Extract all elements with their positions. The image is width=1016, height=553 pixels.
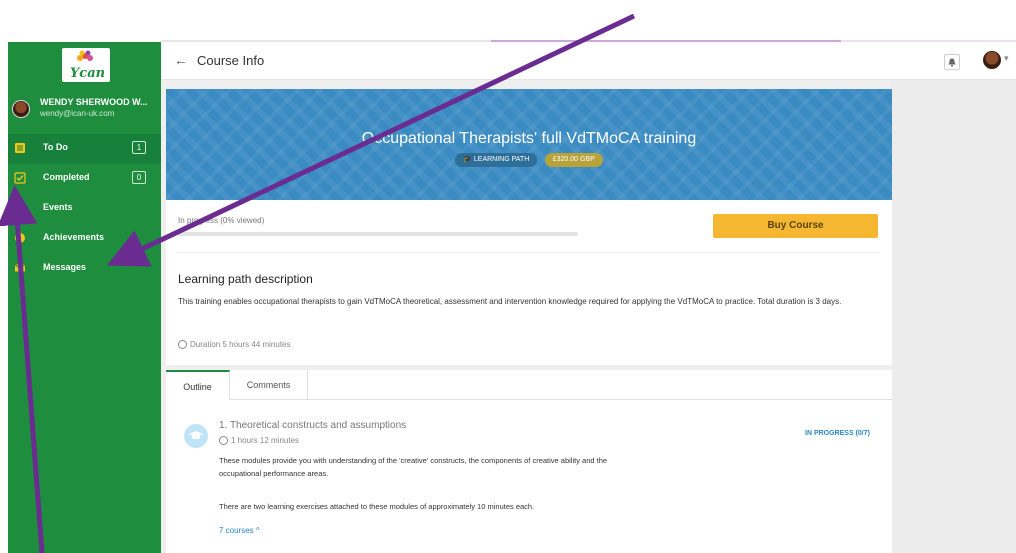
sidebar-item-completed[interactable]: Completed 0 (8, 164, 161, 194)
app-root: Ycan WENDY SHERWOOD W... wendy@ican-uk.c… (0, 0, 1016, 553)
progress-bar (178, 232, 578, 236)
module-time-text: 1 hours 12 minutes (231, 436, 300, 445)
sidebar-item-label: Completed (43, 172, 90, 182)
todo-count-badge: 1 (132, 141, 146, 154)
clock-icon (219, 436, 228, 445)
module-status: IN PROGRESS (0/7) (805, 430, 870, 437)
user-name: WENDY SHERWOOD W... (40, 97, 148, 107)
learning-path-badge: 🎓 LEARNING PATH (455, 153, 538, 167)
module-title[interactable]: 1. Theoretical constructs and assumption… (219, 420, 406, 431)
calendar-icon (14, 202, 26, 214)
user-profile[interactable]: WENDY SHERWOOD W... wendy@ican-uk.com (8, 94, 161, 124)
sidebar-nav: To Do 1 Completed 0 Events Achievements … (8, 134, 161, 284)
courses-toggle-link[interactable]: 7 courses ^ (219, 526, 260, 535)
buy-course-button[interactable]: Buy Course (713, 214, 878, 238)
description-body: This training enables occupational thera… (178, 297, 842, 306)
avatar (12, 100, 30, 118)
sidebar-item-messages[interactable]: Messages (8, 254, 161, 284)
logo[interactable]: Ycan (62, 48, 110, 82)
list-icon (14, 142, 26, 154)
tab-comments[interactable]: Comments (230, 370, 308, 400)
trophy-icon (14, 232, 26, 244)
sidebar-item-achievements[interactable]: Achievements (8, 224, 161, 254)
sidebar-item-label: Events (43, 202, 73, 212)
back-arrow-icon[interactable]: ← (174, 52, 188, 68)
completed-count-badge: 0 (132, 171, 146, 184)
graduation-cap-icon (184, 424, 208, 448)
course-title: Occupational Therapists' full VdTMoCA tr… (361, 130, 697, 147)
progress-label: In progress (0% viewed) (178, 216, 265, 225)
tab-outline[interactable]: Outline (166, 370, 230, 400)
duration-row: Duration 5 hours 44 minutes (178, 340, 291, 349)
sidebar-item-label: Messages (43, 262, 87, 272)
sidebar: Ycan WENDY SHERWOOD W... wendy@ican-uk.c… (8, 42, 161, 553)
description-title: Learning path description (178, 272, 313, 286)
module-description: These modules provide you with understan… (219, 456, 608, 478)
duration-text: Duration 5 hours 44 minutes (190, 340, 291, 349)
sidebar-item-label: Achievements (43, 232, 105, 242)
user-email: wendy@ican-uk.com (40, 109, 115, 118)
module-duration: 1 hours 12 minutes (219, 436, 299, 445)
right-gutter (891, 80, 1016, 553)
divider (178, 252, 880, 253)
banner-badges: 🎓 LEARNING PATH £320.00 GBP (166, 153, 892, 171)
clock-icon (178, 340, 187, 349)
browser-top-strip (0, 0, 1016, 42)
logo-text: Ycan (70, 66, 106, 81)
header-bar: ← Course Info ▾ (161, 42, 1016, 80)
envelope-icon (14, 262, 26, 274)
course-info-card: In progress (0% viewed) Buy Course Learn… (166, 200, 892, 365)
price-badge: £320.00 GBP (544, 153, 603, 167)
check-icon (14, 172, 26, 184)
bell-icon[interactable] (944, 54, 960, 70)
chevron-down-icon[interactable]: ▾ (1004, 53, 1009, 64)
module-description-exercises: There are two learning exercises attache… (219, 502, 535, 511)
header-avatar[interactable] (983, 51, 1001, 69)
sidebar-item-label: To Do (43, 142, 68, 152)
sidebar-item-events[interactable]: Events (8, 194, 161, 224)
outline-card: Outline Comments 1. Theoretical construc… (166, 370, 892, 553)
sidebar-item-todo[interactable]: To Do 1 (8, 134, 161, 164)
course-banner: Occupational Therapists' full VdTMoCA tr… (166, 89, 892, 200)
page-title: Course Info (197, 53, 265, 68)
tab-bar: Outline Comments (166, 370, 892, 400)
